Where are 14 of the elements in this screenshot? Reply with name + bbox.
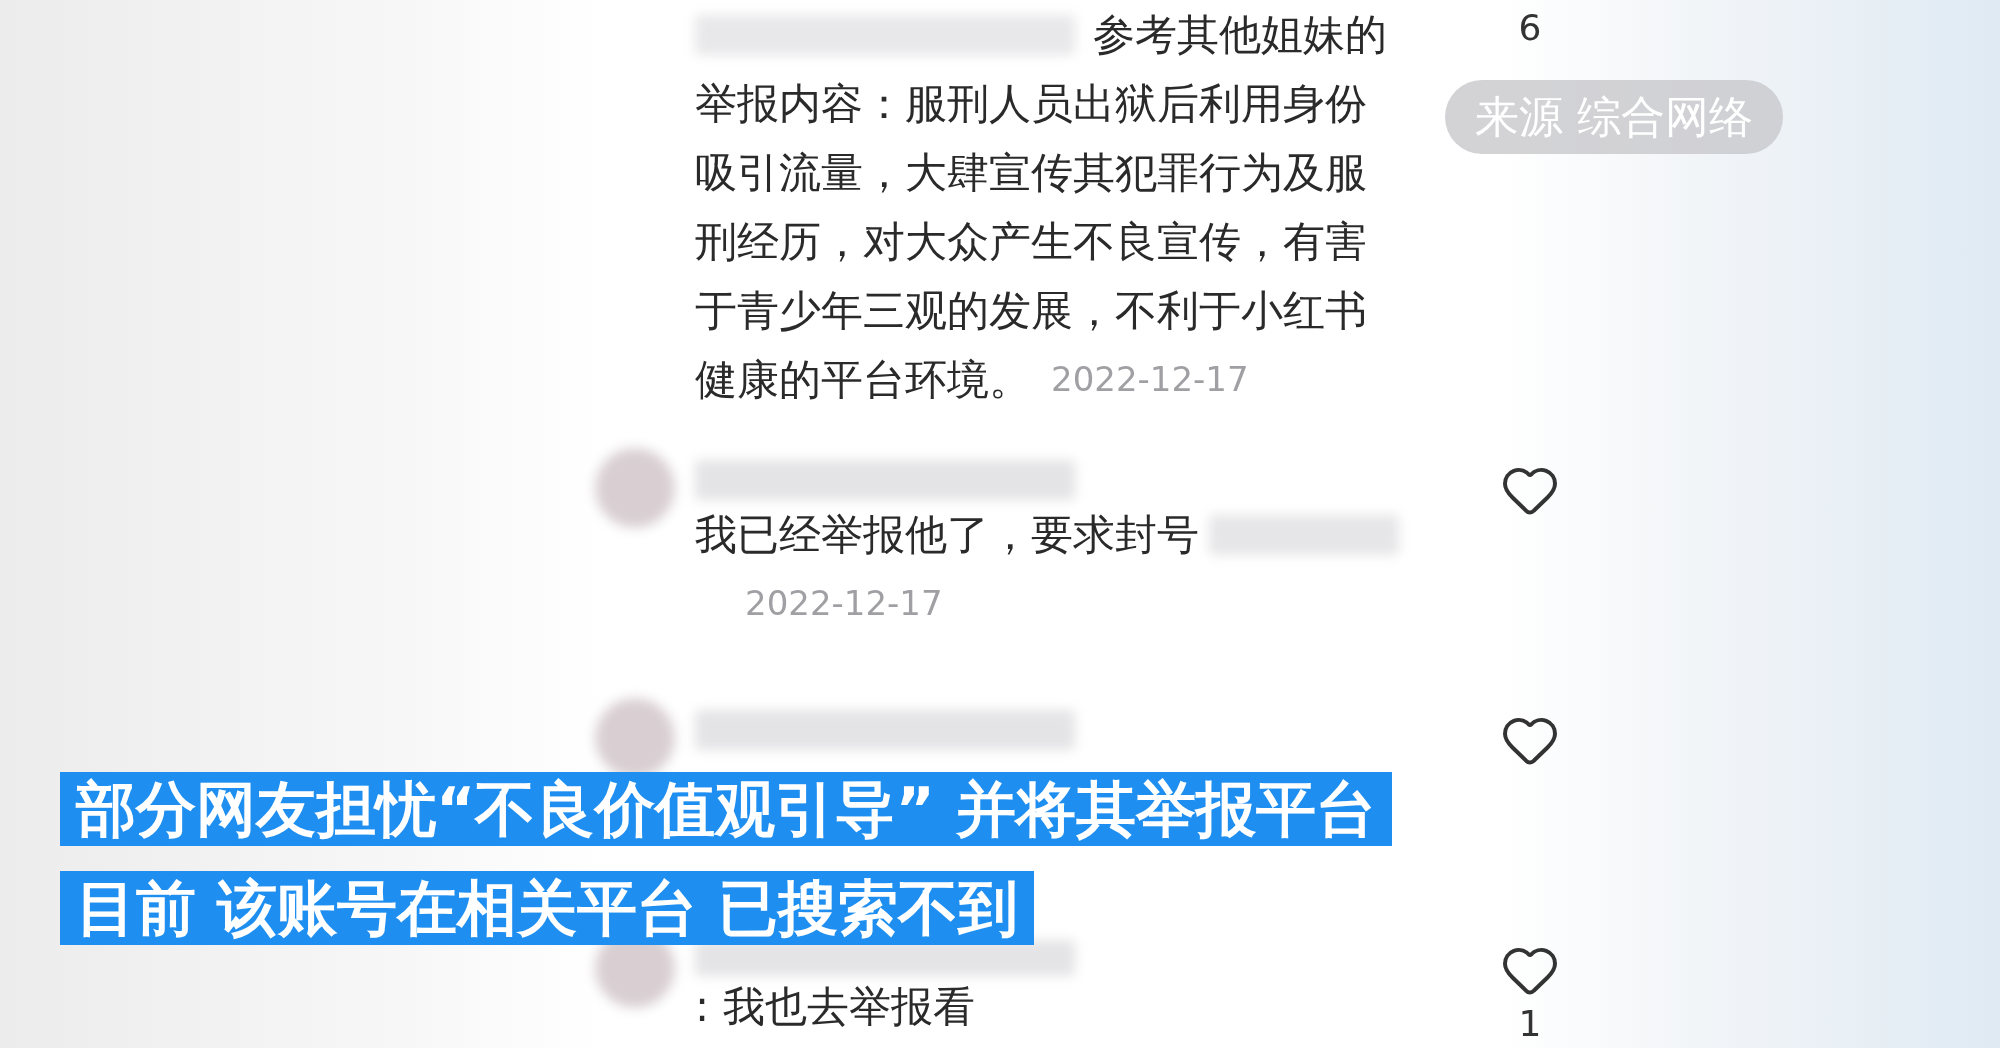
comment-text: 于青少年三观的发展，不利于小红书 xyxy=(695,289,1367,332)
comment-date: 2022-12-17 xyxy=(1051,358,1249,401)
comment-text: 吸引流量，大肆宣传其犯罪行为及服 xyxy=(695,151,1367,194)
comment-text: 参考其他姐妹的 xyxy=(1093,13,1387,56)
like-count: 6 xyxy=(1518,10,1542,46)
like-count: 1 xyxy=(1518,1006,1542,1042)
comment-text: : 我也去举报看 xyxy=(695,986,975,1028)
comment-text: 健康的平台环境。 xyxy=(695,358,1031,401)
comment-text: 举报内容：服刑人员出狱后利用身份 xyxy=(695,82,1367,125)
comment-text: 刑经历，对大众产生不良宣传，有害 xyxy=(695,220,1367,263)
caption: 目前 该账号在相关平台 已搜索不到 xyxy=(60,871,1034,945)
comment-text: 我已经举报他了，要求封号 xyxy=(695,513,1199,556)
comment-date: 2022-12-17 xyxy=(745,582,943,625)
caption: 部分网友担忧“不良价值观引导” 并将其举报平台 xyxy=(60,772,1392,846)
